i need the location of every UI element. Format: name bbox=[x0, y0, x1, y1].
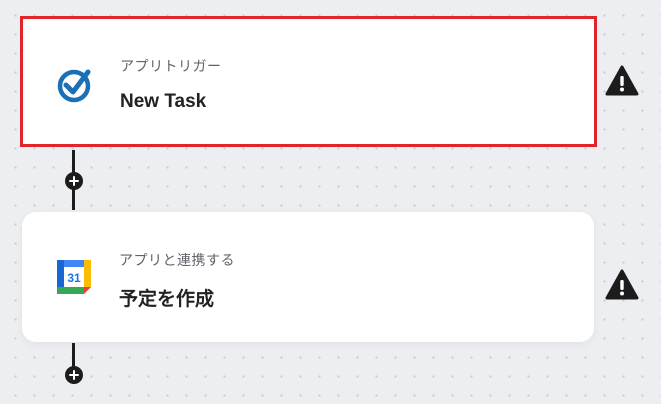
add-step-button[interactable] bbox=[65, 366, 83, 384]
step-type-label: アプリと連携する bbox=[119, 252, 235, 268]
warning-triangle-icon bbox=[604, 268, 640, 302]
step-type-label: アプリトリガー bbox=[120, 58, 222, 74]
warning-triangle-icon bbox=[604, 64, 640, 98]
plus-icon bbox=[69, 176, 79, 186]
add-step-button[interactable] bbox=[65, 172, 83, 190]
task-checkbox-icon bbox=[55, 65, 95, 105]
google-calendar-icon: 31 bbox=[54, 257, 94, 297]
action-step-card[interactable]: 31 アプリと連携する 予定を作成 bbox=[22, 212, 594, 342]
step-title: 予定を作成 bbox=[119, 289, 215, 310]
svg-text:31: 31 bbox=[67, 271, 81, 285]
trigger-step-card[interactable]: アプリトリガー New Task bbox=[20, 16, 597, 147]
step-title: New Task bbox=[120, 91, 207, 112]
plus-icon bbox=[69, 370, 79, 380]
